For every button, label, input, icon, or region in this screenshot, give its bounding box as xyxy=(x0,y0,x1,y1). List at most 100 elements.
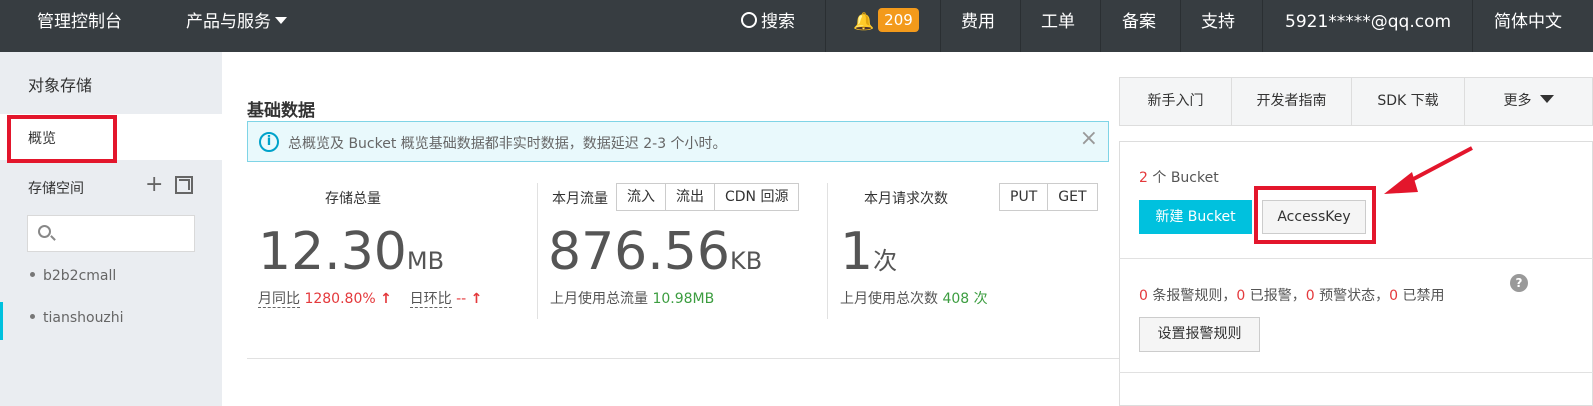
request-type-toggle: PUT GET xyxy=(999,183,1098,211)
products-menu[interactable]: 产品与服务 xyxy=(186,0,287,52)
bullet-icon xyxy=(30,314,35,319)
notification-count-badge: 209 xyxy=(878,8,919,32)
quick-links-tabs: 新手入门 开发者指南 SDK 下载 更多 xyxy=(1119,77,1593,126)
divider xyxy=(825,0,826,52)
tab-getting-started[interactable]: 新手入门 xyxy=(1120,78,1232,125)
tickets-link[interactable]: 工单 xyxy=(1041,0,1075,52)
section-title: 基础数据 xyxy=(247,101,315,121)
language-menu[interactable]: 简体中文 xyxy=(1494,0,1562,52)
info-notice: i 总概览及 Bucket 概览基础数据都非实时数据，数据延迟 2-3 个小时。… xyxy=(247,121,1109,162)
info-icon: i xyxy=(259,132,279,152)
divider xyxy=(1472,0,1473,52)
sidebar-item-bucket[interactable]: tianshouzhi xyxy=(30,310,124,326)
warn-label: 预警状态， xyxy=(1319,288,1390,304)
alarmed-label: 已报警， xyxy=(1249,288,1306,304)
active-indicator xyxy=(0,302,3,340)
alarm-summary: 0 条报警规则，0 已报警，0 预警状态，0 已禁用 xyxy=(1139,285,1445,305)
set-alarm-rules-button[interactable]: 设置报警规则 xyxy=(1139,317,1260,352)
traffic-total-value: 876.56KB xyxy=(548,226,762,287)
dod-label: 日环比 xyxy=(409,291,452,308)
filing-link[interactable]: 备案 xyxy=(1122,0,1156,52)
last-month-traffic-label: 上月使用总流量 xyxy=(550,291,648,307)
sidebar-title: 对象存储 xyxy=(28,76,93,95)
traffic-value: 876.56 xyxy=(548,222,730,282)
alarm-rules-count: 0 xyxy=(1139,288,1148,304)
bucket-count-number: 2 xyxy=(1139,170,1148,186)
monthly-traffic-label: 本月流量 xyxy=(552,191,608,207)
bucket-count: 2 个 Bucket xyxy=(1139,167,1219,187)
last-month-requests-label: 上月使用总次数 xyxy=(840,291,938,307)
warn-count: 0 xyxy=(1305,288,1315,304)
search-button[interactable]: 搜索 xyxy=(741,0,795,52)
alarmed-count: 0 xyxy=(1236,288,1246,304)
console-home-link[interactable]: 管理控制台 xyxy=(37,0,122,52)
search-icon xyxy=(38,225,51,238)
plus-icon[interactable]: + xyxy=(145,174,163,196)
cdn-origin-button[interactable]: CDN 回源 xyxy=(714,184,799,210)
last-month-traffic-value: 10.98MB xyxy=(652,291,715,307)
yoy-value: 1280.80% xyxy=(304,291,376,307)
requests-unit: 次 xyxy=(873,247,898,275)
requests-last-month: 上月使用总次数 408 次 xyxy=(840,288,988,308)
traffic-out-button[interactable]: 流出 xyxy=(665,184,714,210)
bell-icon: 🔔 xyxy=(853,12,875,32)
account-menu[interactable]: 5921*****@qq.com xyxy=(1285,0,1451,52)
sidebar-item-bucket[interactable]: b2b2cmall xyxy=(30,268,116,284)
support-link[interactable]: 支持 xyxy=(1201,0,1235,52)
traffic-in-button[interactable]: 流入 xyxy=(617,184,665,210)
storage-comparison: 月同比 1280.80% ↑ 日环比 -- ↑ xyxy=(258,288,482,308)
disabled-label: 已禁用 xyxy=(1402,288,1445,304)
storage-value: 12.30 xyxy=(258,222,407,282)
notice-text: 总概览及 Bucket 概览基础数据都非实时数据，数据延迟 2-3 个小时。 xyxy=(288,136,727,152)
top-nav-bar: 管理控制台 产品与服务 搜索 🔔 209 费用 工单 备案 支持 5921****… xyxy=(0,0,1593,52)
alarm-rules-label: 条报警规则， xyxy=(1152,288,1237,304)
divider xyxy=(1119,372,1593,373)
disabled-count: 0 xyxy=(1389,288,1399,304)
divider xyxy=(537,183,538,319)
search-label: 搜索 xyxy=(761,12,795,32)
tab-developer-guide[interactable]: 开发者指南 xyxy=(1232,78,1352,125)
requests-value: 1 xyxy=(840,222,874,282)
dod-value: -- xyxy=(456,291,467,307)
annotation-arrow-icon xyxy=(1384,146,1473,194)
divider xyxy=(247,358,1119,359)
divider xyxy=(1119,258,1593,259)
requests-total-value: 1次 xyxy=(840,226,897,287)
storage-total-label: 存储总量 xyxy=(325,191,381,207)
traffic-unit: KB xyxy=(729,247,763,275)
monthly-requests-label: 本月请求次数 xyxy=(864,191,948,207)
external-link-icon[interactable] xyxy=(175,176,193,194)
storage-unit: MB xyxy=(406,247,445,275)
close-icon[interactable]: × xyxy=(1080,126,1098,151)
tab-more[interactable]: 更多 xyxy=(1465,78,1592,125)
tab-more-label: 更多 xyxy=(1503,93,1532,109)
sidebar-item-label: tianshouzhi xyxy=(43,310,124,326)
chevron-down-icon xyxy=(1539,95,1554,103)
help-icon[interactable]: ? xyxy=(1510,274,1528,292)
put-button[interactable]: PUT xyxy=(1000,184,1048,210)
bucket-count-suffix: 个 Bucket xyxy=(1152,170,1219,186)
highlight-box-overview xyxy=(7,115,117,163)
new-bucket-button[interactable]: 新建 Bucket xyxy=(1139,200,1252,234)
chevron-down-icon xyxy=(275,17,287,24)
get-button[interactable]: GET xyxy=(1047,184,1097,210)
divider xyxy=(827,183,828,319)
sidebar-item-label: b2b2cmall xyxy=(43,268,117,284)
bullet-icon xyxy=(30,272,35,277)
yoy-label: 月同比 xyxy=(258,291,300,308)
divider xyxy=(1100,0,1101,52)
search-icon xyxy=(741,12,757,28)
notifications-button[interactable]: 🔔 209 xyxy=(853,0,919,52)
tab-sdk-download[interactable]: SDK 下载 xyxy=(1352,78,1465,125)
highlight-box-accesskey xyxy=(1254,186,1376,244)
bucket-search-input[interactable] xyxy=(27,215,195,252)
traffic-last-month: 上月使用总流量 10.98MB xyxy=(550,288,714,308)
divider xyxy=(940,0,941,52)
divider xyxy=(1180,0,1181,52)
fees-link[interactable]: 费用 xyxy=(961,0,995,52)
sidebar: 对象存储 概览 存储空间 + b2b2cmall tianshouzhi xyxy=(0,52,222,406)
traffic-type-toggle: 流入 流出 CDN 回源 xyxy=(616,183,800,211)
arrow-up-icon: ↑ xyxy=(470,291,483,307)
divider xyxy=(1262,0,1263,52)
arrow-up-icon: ↑ xyxy=(380,291,392,307)
